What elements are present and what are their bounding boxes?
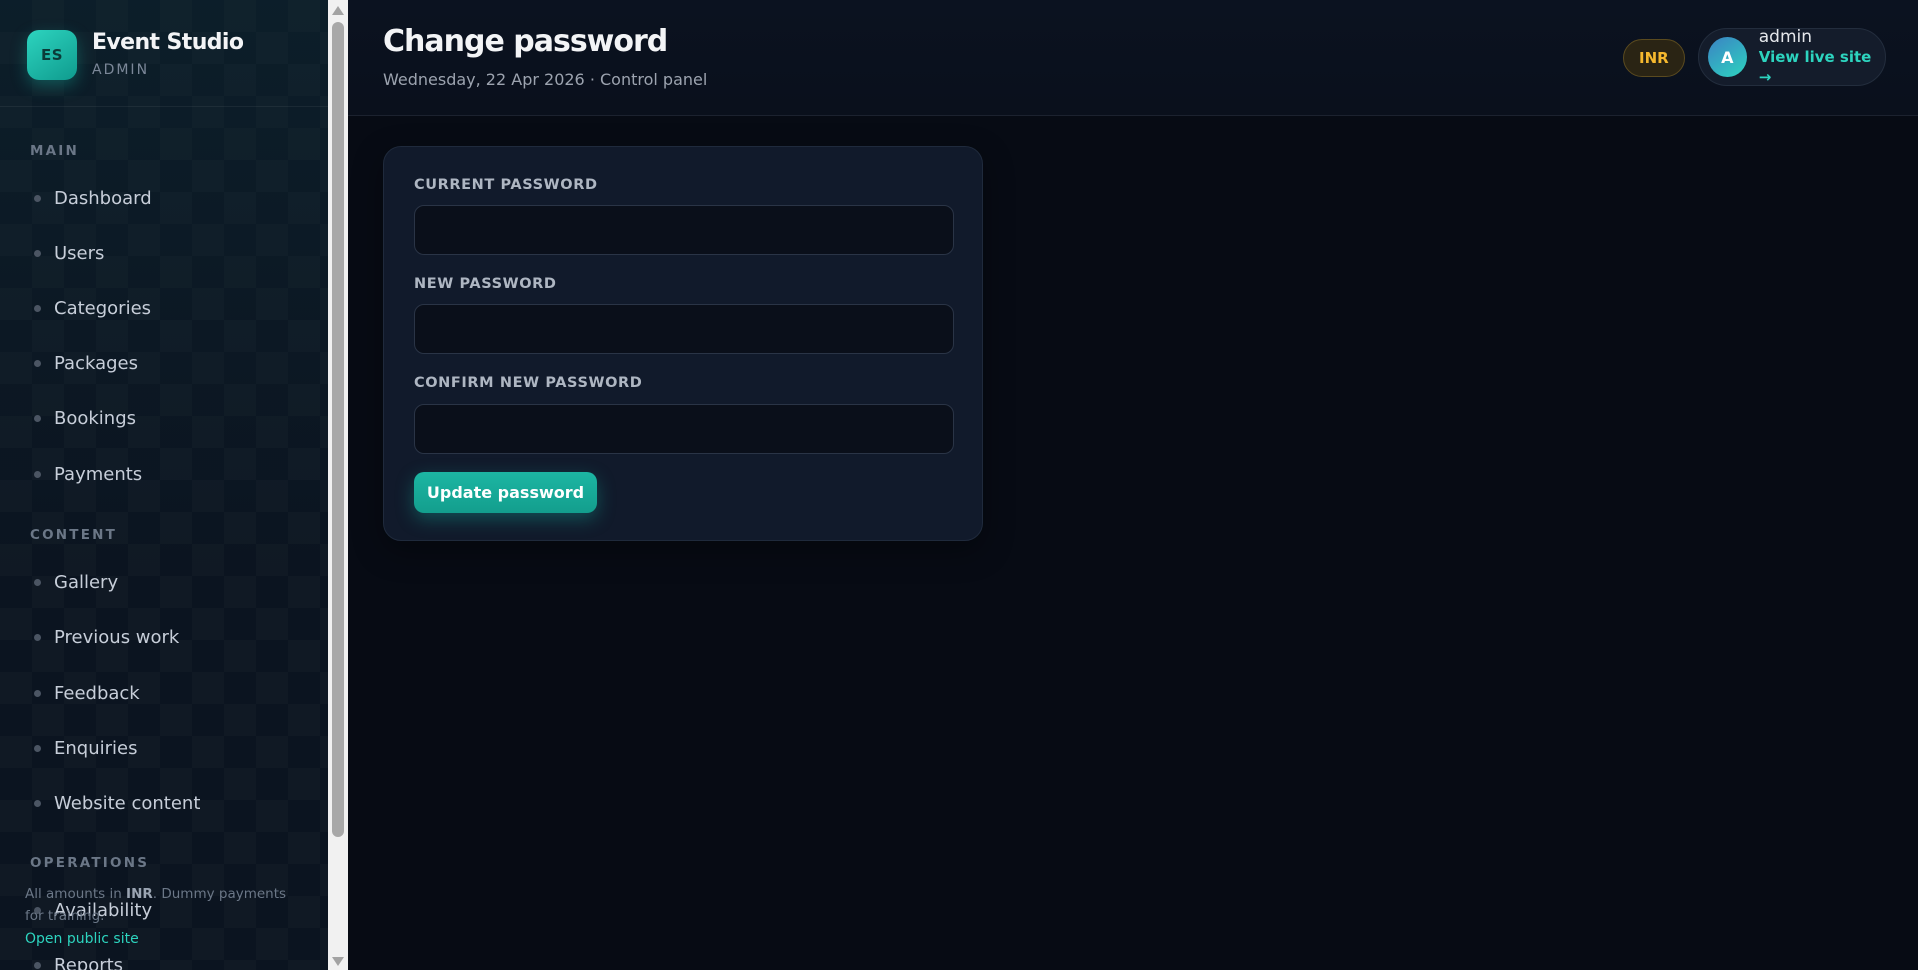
main-content: Change password Wednesday, 22 Apr 2026 ·… [348,0,1918,970]
bullet-icon [34,744,41,752]
confirm-password-label: CONFIRM NEW PASSWORD [414,375,643,391]
current-password-label: CURRENT PASSWORD [414,177,598,193]
bullet-icon [34,414,41,422]
sidebar-item-previous-work[interactable]: Previous work [34,622,179,652]
user-chip[interactable]: A admin View live site → [1698,27,1886,86]
brand-name: Event Studio [92,30,244,55]
user-name: admin [1758,27,1813,47]
brand-logo: ES [27,30,77,80]
sidebar-item-dashboard[interactable]: Dashboard [34,183,152,213]
page-subtitle: Wednesday, 22 Apr 2026 · Control panel [383,70,708,89]
bullet-icon [34,689,41,697]
bullet-icon [34,961,41,969]
nav-section-operations: OPERATIONS [30,855,150,871]
confirm-password-input[interactable] [414,404,954,454]
sidebar-item-enquiries[interactable]: Enquiries [34,733,137,763]
sidebar: ES Event Studio ADMIN MAIN Dashboard Use… [0,0,328,970]
topbar: Change password Wednesday, 22 Apr 2026 ·… [348,0,1918,116]
scroll-up-arrow-icon[interactable] [332,6,344,15]
update-password-button[interactable]: Update password [414,472,597,513]
sidebar-item-website-content[interactable]: Website content [34,788,200,818]
bullet-icon [34,249,41,257]
bullet-icon [34,359,41,367]
open-public-site-link[interactable]: Open public site [25,928,295,950]
new-password-label: NEW PASSWORD [414,276,557,292]
new-password-input[interactable] [414,304,954,354]
scroll-down-arrow-icon[interactable] [332,957,344,966]
sidebar-item-bookings[interactable]: Bookings [34,403,136,433]
bullet-icon [34,304,41,312]
nav-section-content: CONTENT [30,527,118,543]
sidebar-item-packages[interactable]: Packages [34,348,138,378]
change-password-card: CURRENT PASSWORD NEW PASSWORD CONFIRM NE… [383,146,983,541]
bullet-icon [34,799,41,807]
bullet-icon [34,470,41,478]
bullet-icon [34,633,41,641]
sidebar-item-gallery[interactable]: Gallery [34,567,118,597]
page-title: Change password [383,24,668,59]
sidebar-item-users[interactable]: Users [34,238,104,268]
sidebar-item-payments[interactable]: Payments [34,459,142,489]
avatar: A [1708,37,1747,77]
sidebar-item-categories[interactable]: Categories [34,293,151,323]
sidebar-item-feedback[interactable]: Feedback [34,678,140,708]
brand[interactable]: ES Event Studio ADMIN [0,0,328,107]
currency-badge: INR [1623,39,1685,77]
currency-note: All amounts in INR. Dummy payments for t… [25,886,287,924]
nav-section-main: MAIN [30,143,80,159]
view-live-site-link[interactable]: View live site → [1759,48,1872,86]
brand-subtitle: ADMIN [92,62,150,78]
bullet-icon [34,194,41,202]
sidebar-footer: All amounts in INR. Dummy payments for t… [25,883,295,950]
sidebar-scrollbar[interactable] [328,0,348,970]
bullet-icon [34,578,41,586]
sidebar-item-reports[interactable]: Reports [34,950,123,970]
current-password-input[interactable] [414,205,954,255]
scroll-thumb[interactable] [332,22,344,837]
